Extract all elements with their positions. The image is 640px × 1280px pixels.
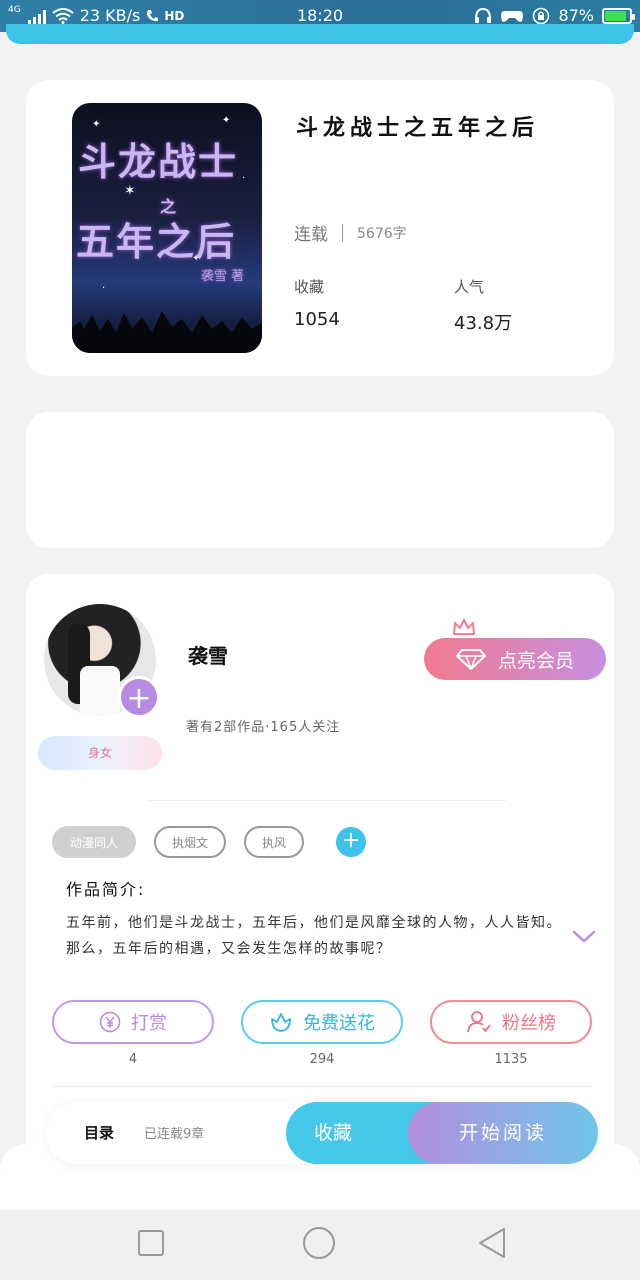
word-count: 5676字 (357, 225, 407, 242)
tip-action: 打赏 4 (52, 1000, 214, 1067)
tag-item[interactable]: 执烟文 (154, 826, 227, 858)
follow-author-button[interactable]: + (118, 676, 160, 718)
diamond-icon (455, 649, 486, 670)
author-card: + 身女 袭雪 著有2部作品·165人关注 点亮会员 动漫同人 执烟文 执风 +… (26, 574, 614, 1174)
gender-tag: 身女 (38, 736, 162, 770)
flower-action: 免费送花 294 (241, 1000, 403, 1067)
navigation-bar (0, 1210, 640, 1280)
serial-status: 连载 (294, 225, 328, 245)
chapter-count: 已连载9章 (144, 1127, 205, 1142)
crown-icon (453, 619, 475, 635)
toc-button[interactable]: 目录 (84, 1122, 114, 1143)
lock-rotation-icon (533, 7, 550, 24)
headset-icon (475, 7, 492, 23)
tag-item[interactable]: 动漫同人 (52, 826, 137, 858)
meta-divider (342, 223, 343, 242)
back-icon[interactable] (476, 1226, 508, 1260)
battery-icon (602, 7, 635, 24)
popularity-stat: 人气 43.8万 (454, 276, 512, 335)
chevron-down-icon[interactable] (572, 930, 596, 944)
cover-author: 袭雪 著 (200, 269, 244, 284)
vip-button[interactable]: 点亮会员 (424, 638, 606, 680)
home-icon[interactable] (302, 1226, 336, 1260)
header-accent-bar (6, 24, 634, 44)
book-title: 斗龙战士之五年之后 (296, 116, 540, 141)
battery-percent: 87% (558, 6, 594, 25)
flower-count: 294 (309, 1052, 335, 1067)
yen-icon (99, 1011, 121, 1033)
favorites-value: 1054 (294, 309, 340, 330)
favorites-label: 收藏 (294, 278, 325, 296)
book-info-card: ✦ ✦ ✶ · ✦ · 斗龙战士 之 五年之后 袭雪 著 斗龙战士之五年之后 连… (26, 80, 614, 376)
gamepad-icon (501, 10, 524, 22)
vip-label: 点亮会员 (497, 649, 574, 672)
tag-list: 动漫同人 执烟文 执风 + (52, 826, 367, 858)
book-cover[interactable]: ✦ ✦ ✶ · ✦ · 斗龙战士 之 五年之后 袭雪 著 (72, 103, 262, 353)
flower-label: 免费送花 (303, 1013, 375, 1034)
fans-label: 粉丝榜 (502, 1013, 556, 1034)
cover-title-line2: 五年之后 (76, 219, 237, 264)
author-summary: 著有2部作品·165人关注 (186, 720, 341, 735)
actions-divider (52, 1086, 592, 1087)
blank-card (26, 412, 614, 548)
intro-heading: 作品简介: (66, 880, 146, 899)
send-flower-button[interactable]: 免费送花 (241, 1000, 403, 1044)
fans-count: 1135 (494, 1052, 528, 1067)
intro-text: 五年前，他们是斗龙战士，五年后，他们是风靡全球的人物，人人皆知。那么，五年后的相… (66, 915, 562, 957)
cover-trees-silhouette (72, 311, 262, 353)
recent-apps-icon[interactable] (136, 1228, 166, 1258)
read-bar: 目录 已连载9章 收藏 开始阅读 (46, 1102, 598, 1164)
popularity-label: 人气 (454, 278, 485, 296)
favorites-stat: 收藏 1054 (294, 276, 340, 330)
tip-label: 打赏 (131, 1013, 167, 1034)
tip-count: 4 (128, 1052, 138, 1067)
fans-action: 粉丝榜 1135 (430, 1000, 592, 1067)
tag-item[interactable]: 执风 (244, 826, 305, 858)
cover-title-line1: 斗龙战士 (78, 139, 239, 184)
popularity-value: 43.8万 (454, 313, 513, 334)
user-icon (467, 1011, 491, 1033)
tip-button[interactable]: 打赏 (52, 1000, 214, 1044)
fans-rank-button[interactable]: 粉丝榜 (430, 1000, 592, 1044)
add-tag-button[interactable]: + (336, 827, 367, 857)
action-row: 打赏 4 免费送花 294 粉丝榜 1135 (52, 1000, 592, 1067)
book-meta: 连载 5676字 (294, 220, 407, 245)
start-reading-button[interactable]: 开始阅读 (408, 1102, 598, 1164)
section-divider (146, 800, 506, 801)
author-name[interactable]: 袭雪 (188, 640, 228, 669)
flower-icon (271, 1013, 291, 1032)
